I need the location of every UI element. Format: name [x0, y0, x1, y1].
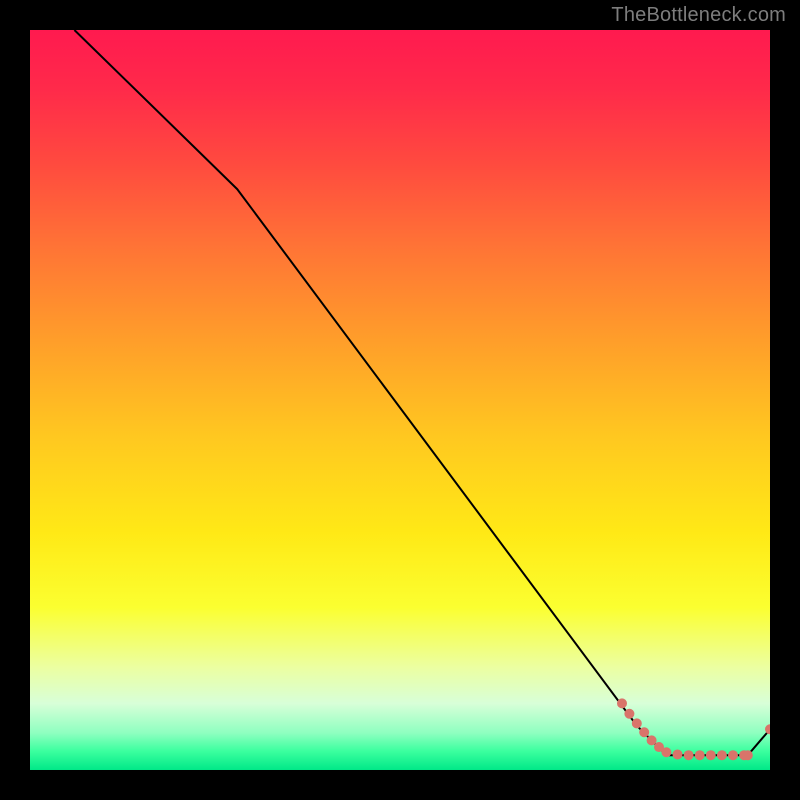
chart-marker: [695, 750, 705, 760]
chart-background-gradient: [30, 30, 770, 770]
attribution-text: TheBottleneck.com: [611, 4, 786, 27]
outer-frame: TheBottleneck.com: [0, 0, 800, 800]
chart-marker: [632, 718, 642, 728]
chart-marker: [728, 750, 738, 760]
chart-marker: [684, 750, 694, 760]
chart-marker: [647, 735, 657, 745]
chart-marker: [617, 698, 627, 708]
chart-plot-area: [30, 30, 770, 770]
chart-marker: [639, 727, 649, 737]
chart-marker: [624, 709, 634, 719]
chart-marker: [717, 750, 727, 760]
chart-marker: [706, 750, 716, 760]
chart-marker: [661, 747, 671, 757]
chart-marker: [743, 750, 753, 760]
chart-svg: [30, 30, 770, 770]
chart-marker: [673, 749, 683, 759]
